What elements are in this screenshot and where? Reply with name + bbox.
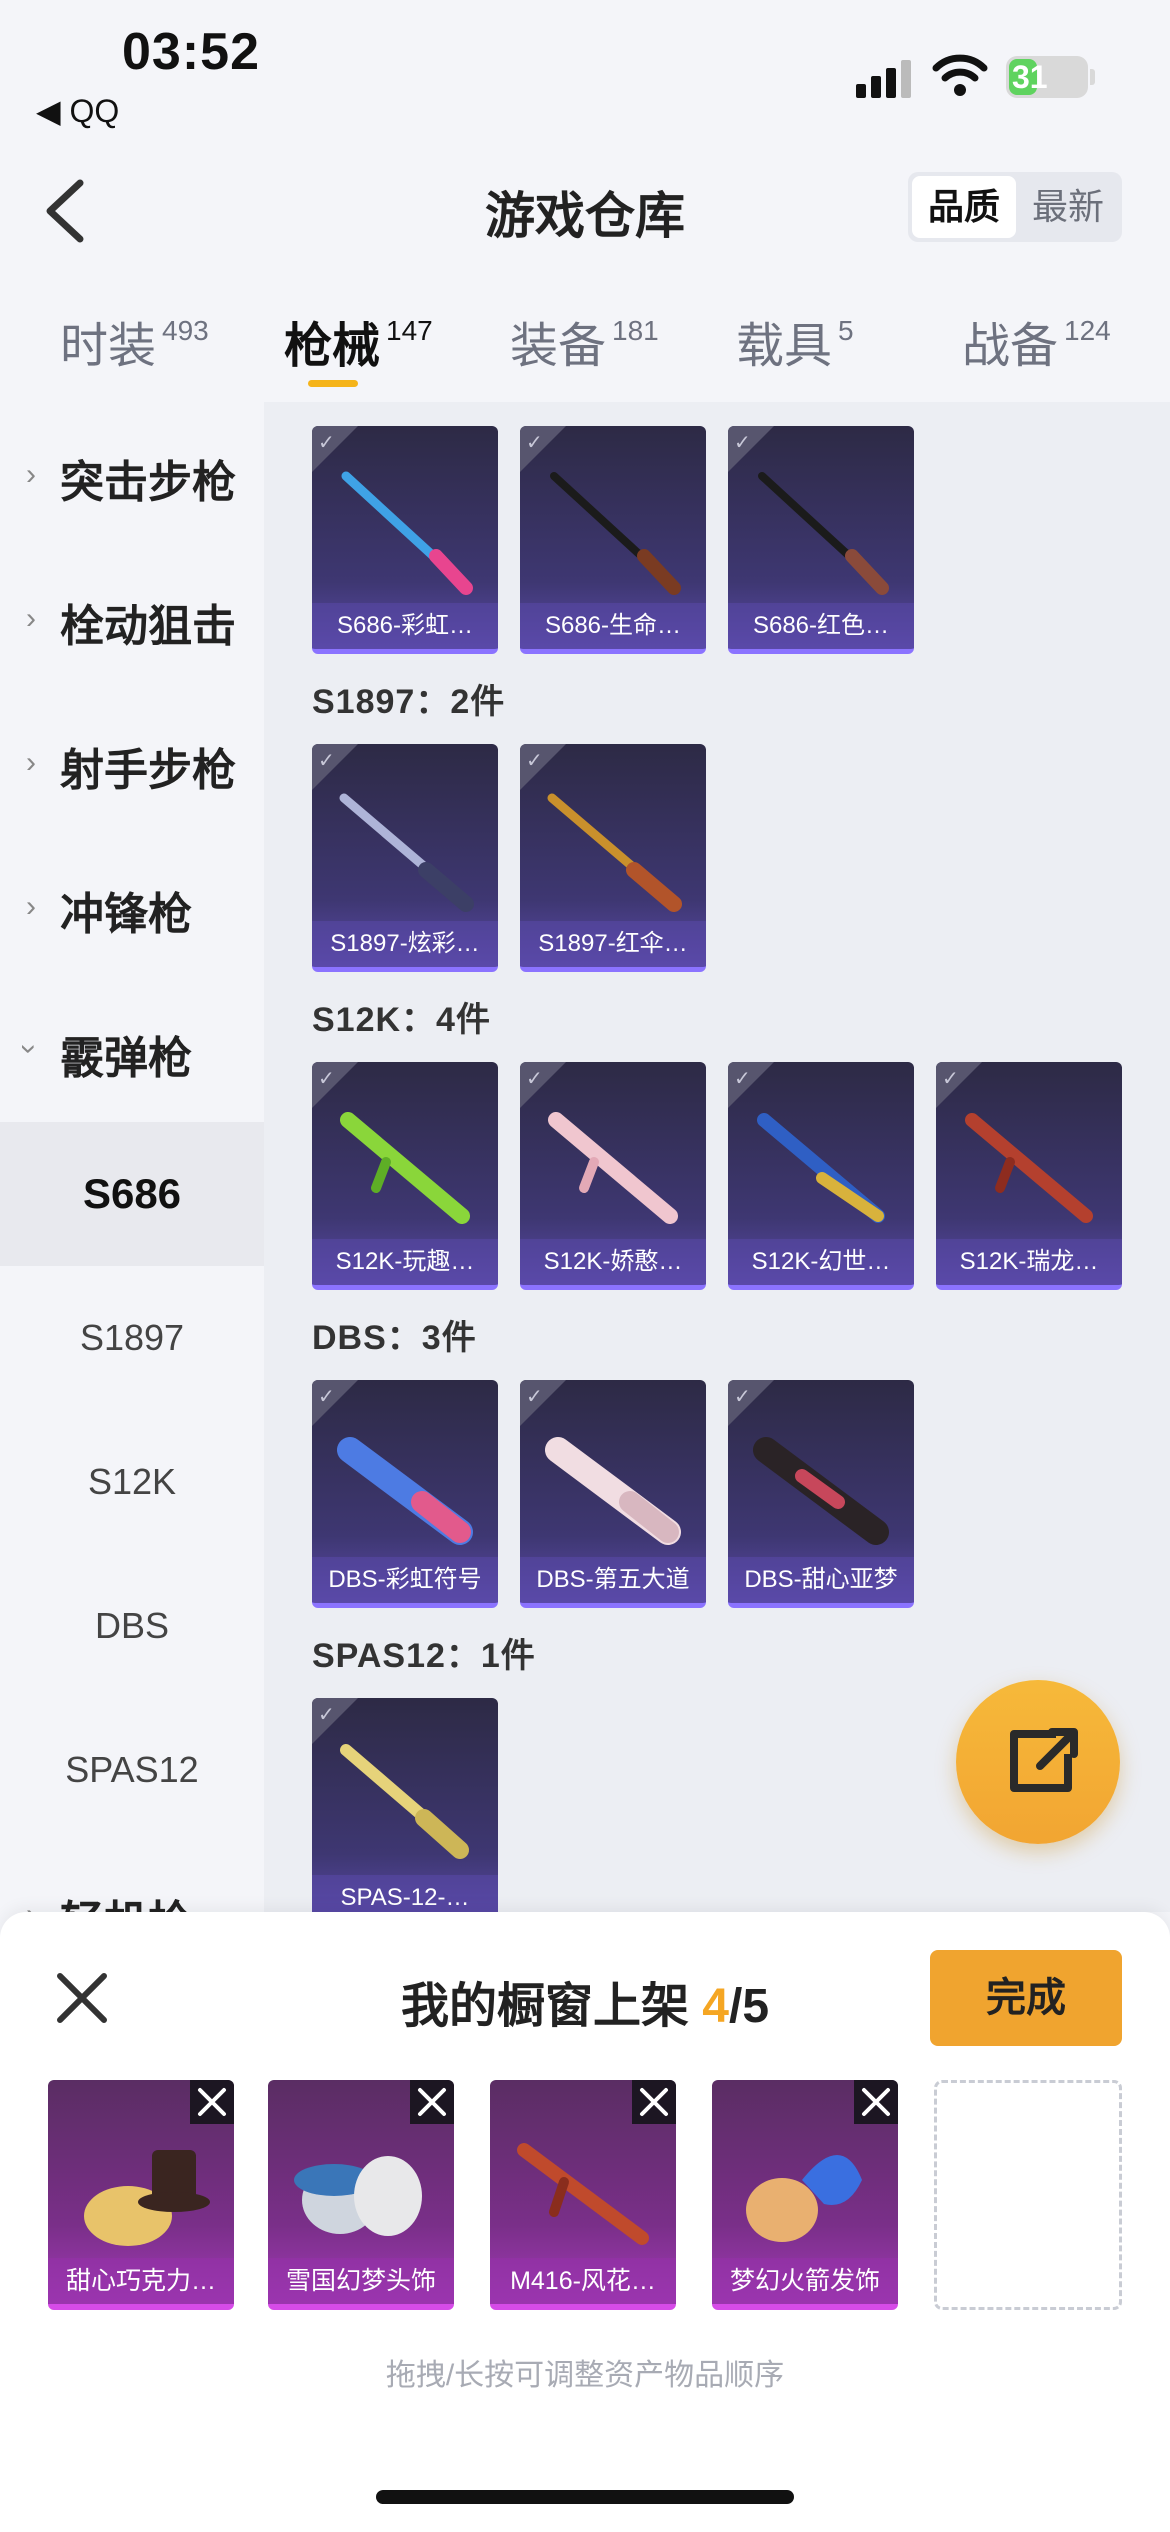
sidebar-category-bolt-sniper[interactable]: › 栓动狙击 bbox=[0, 546, 264, 690]
rifle-icon bbox=[548, 1112, 678, 1224]
item-card[interactable]: ✓ S1897-炫彩… bbox=[312, 744, 498, 972]
item-card[interactable]: ✓ S12K-瑞龙… bbox=[936, 1062, 1122, 1290]
shotgun-icon bbox=[340, 1744, 469, 1859]
signal-icon bbox=[856, 60, 912, 98]
item-card[interactable]: ✓ S12K-玩趣… bbox=[312, 1062, 498, 1290]
close-icon bbox=[640, 2088, 668, 2116]
shotgun-icon bbox=[339, 793, 474, 912]
showcase-slot[interactable]: 梦幻火箭发饰 bbox=[712, 2080, 898, 2310]
shotgun-icon bbox=[753, 1437, 889, 1545]
sidebar-item-s1897[interactable]: S1897 bbox=[0, 1266, 264, 1410]
sidebar-category-lmg[interactable]: ›轻机枪 bbox=[0, 1842, 264, 1912]
category-sidebar: › 突击步枪 › 栓动狙击 › 射手步枪 › 冲锋枪 › 霰弹枪 S686 S1897 S… bbox=[0, 402, 264, 1912]
status-time: 03:52 bbox=[122, 23, 260, 81]
battery-tip bbox=[1090, 69, 1095, 85]
remove-slot-button[interactable] bbox=[410, 2080, 454, 2124]
item-card[interactable]: ✓ SPAS-12-… bbox=[312, 1698, 498, 1912]
chevron-right-icon: › bbox=[26, 746, 36, 779]
empty-slot[interactable] bbox=[934, 2080, 1122, 2310]
battery-level: 31 bbox=[1012, 59, 1048, 95]
tab-equipment[interactable]: 装备 181 bbox=[510, 306, 659, 376]
remove-slot-button[interactable] bbox=[632, 2080, 676, 2124]
showcase-slot[interactable]: M416-风花… bbox=[490, 2080, 676, 2310]
shotgun-icon bbox=[550, 472, 681, 595]
remove-slot-button[interactable] bbox=[190, 2080, 234, 2124]
tab-firearms[interactable]: 枪械 147 bbox=[284, 306, 433, 376]
rifle-icon bbox=[517, 2143, 649, 2245]
item-card[interactable]: ✓ S686-彩虹… bbox=[312, 426, 498, 654]
hat-icon bbox=[84, 2150, 210, 2246]
group-title-dbs: DBS：3件 bbox=[312, 1319, 477, 1357]
remove-slot-button[interactable] bbox=[854, 2080, 898, 2124]
sidebar-category-assault-rifle[interactable]: › 突击步枪 bbox=[0, 402, 264, 546]
showcase-count: 4 bbox=[702, 1980, 729, 2033]
showcase-slot[interactable]: 甜心巧克力… bbox=[48, 2080, 234, 2310]
shotgun-icon bbox=[547, 793, 682, 912]
shotgun-icon bbox=[337, 1437, 473, 1545]
close-icon bbox=[862, 2088, 890, 2116]
home-indicator[interactable] bbox=[376, 2490, 794, 2504]
item-card[interactable]: ✓ S1897-红伞… bbox=[520, 744, 706, 972]
rifle-icon bbox=[757, 1113, 885, 1223]
group-title-spas12: SPAS12：1件 bbox=[312, 1637, 536, 1675]
share-button[interactable] bbox=[956, 1680, 1120, 1844]
chevron-right-icon: › bbox=[26, 1898, 36, 1912]
close-icon bbox=[198, 2088, 226, 2116]
chevron-down-icon: › bbox=[13, 1044, 46, 1054]
chevron-right-icon: › bbox=[26, 458, 36, 491]
showcase-slot[interactable]: 雪国幻梦头饰 bbox=[268, 2080, 454, 2310]
showcase-total: /5 bbox=[729, 1980, 770, 2033]
item-card[interactable]: ✓ DBS-第五大道 bbox=[520, 1380, 706, 1608]
chevron-right-icon: › bbox=[26, 602, 36, 635]
shotgun-icon bbox=[758, 472, 889, 595]
sort-quality-option[interactable]: 品质 bbox=[912, 176, 1016, 238]
hair-accessory-icon bbox=[746, 2155, 862, 2242]
item-card[interactable]: ✓ S12K-娇憨… bbox=[520, 1062, 706, 1290]
item-card[interactable]: ✓ DBS-甜心亚梦 bbox=[728, 1380, 914, 1608]
tab-fashion[interactable]: 时装 493 bbox=[60, 306, 209, 376]
shotgun-icon bbox=[341, 471, 473, 595]
sidebar-item-dbs[interactable]: DBS bbox=[0, 1554, 264, 1698]
item-card[interactable]: ✓ S12K-幻世… bbox=[728, 1062, 914, 1290]
item-card[interactable]: ✓ DBS-彩虹符号 bbox=[312, 1380, 498, 1608]
sort-toggle[interactable]: 品质 最新 bbox=[908, 172, 1122, 242]
tab-vehicles[interactable]: 载具 5 bbox=[736, 306, 854, 376]
rifle-icon bbox=[340, 1112, 470, 1224]
shotgun-icon bbox=[545, 1437, 681, 1545]
sidebar-category-marksman-rifle[interactable]: › 射手步枪 bbox=[0, 690, 264, 834]
tab-active-indicator bbox=[308, 380, 358, 387]
sidebar-item-s686[interactable]: S686 bbox=[0, 1122, 264, 1266]
sidebar-category-smg[interactable]: › 冲锋枪 bbox=[0, 834, 264, 978]
done-button[interactable]: 完成 bbox=[930, 1950, 1122, 2046]
group-title-s1897: S1897：2件 bbox=[312, 683, 506, 721]
headwear-icon bbox=[294, 2156, 422, 2236]
rifle-icon bbox=[965, 1113, 1093, 1223]
sidebar-item-s12k[interactable]: S12K bbox=[0, 1410, 264, 1554]
chevron-right-icon: › bbox=[26, 890, 36, 923]
tab-supplies[interactable]: 战备 124 bbox=[962, 306, 1111, 376]
sort-newest-option[interactable]: 最新 bbox=[1016, 176, 1120, 238]
battery-icon: 31 bbox=[1006, 56, 1088, 98]
external-link-icon bbox=[1010, 1728, 1078, 1792]
sidebar-item-spas12[interactable]: SPAS12 bbox=[0, 1698, 264, 1842]
back-to-app-link[interactable]: ◀ QQ bbox=[36, 92, 119, 130]
reorder-hint: 拖拽/长按可调整资产物品顺序 bbox=[385, 2359, 785, 2392]
wifi-icon bbox=[932, 52, 988, 98]
close-icon bbox=[418, 2088, 446, 2116]
item-card[interactable]: ✓ S686-红色… bbox=[728, 426, 914, 654]
item-card[interactable]: ✓ S686-生命… bbox=[520, 426, 706, 654]
sidebar-category-shotgun[interactable]: › 霰弹枪 bbox=[0, 978, 264, 1122]
group-title-s12k: S12K：4件 bbox=[312, 1001, 491, 1039]
